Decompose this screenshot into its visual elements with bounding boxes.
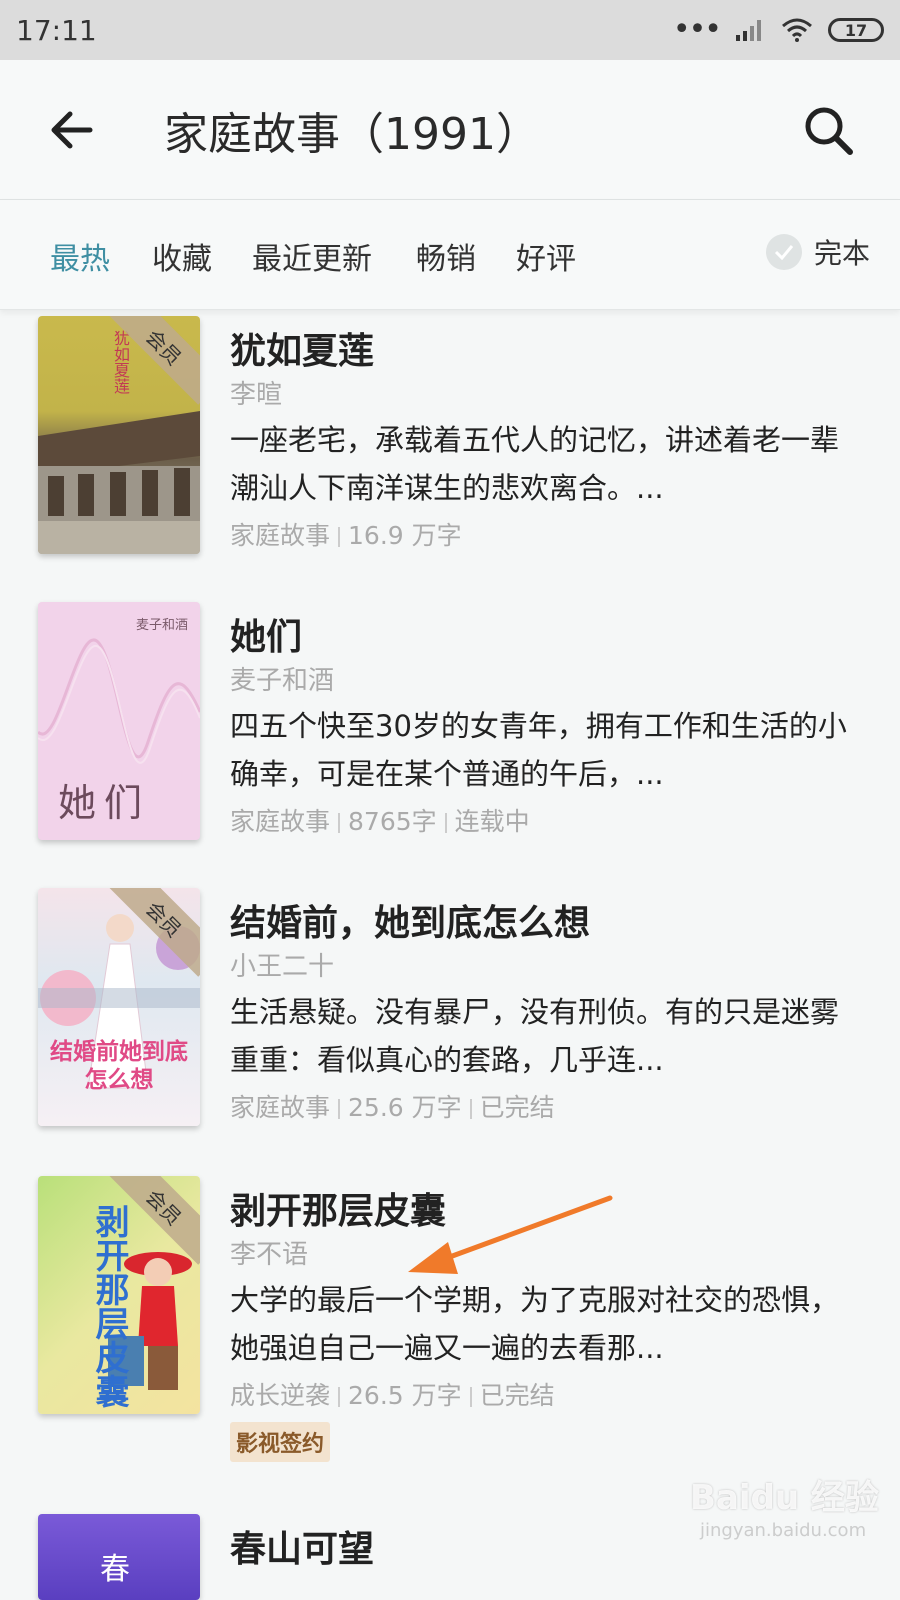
book-category: 家庭故事	[230, 521, 331, 550]
status-icons: ••• 17	[673, 15, 884, 45]
book-cover[interactable]: 剥开那层皮囊 会员	[38, 1176, 200, 1414]
book-meta: 家庭故事 8765字 连载中	[230, 802, 530, 838]
book-status: 已完结	[479, 1381, 555, 1410]
meta-divider	[338, 527, 341, 547]
book-word-count: 8765字	[348, 807, 437, 836]
check-icon	[766, 234, 802, 270]
cover-title-text: 剥开那层皮囊	[89, 1204, 129, 1408]
book-word-count: 16.9 万字	[348, 521, 462, 550]
book-description: 一座老宅，承载着五代人的记忆，讲述着老一辈潮汕人下南洋谋生的悲欢离合。...	[230, 423, 840, 505]
meta-divider	[469, 1387, 472, 1407]
film-signed-tag: 影视签约	[230, 1422, 331, 1462]
book-author[interactable]: 麦子和酒	[230, 660, 334, 697]
meta-divider	[469, 1099, 472, 1119]
book-author[interactable]: 李不语	[230, 1234, 308, 1271]
tab-top-rated[interactable]: 好评	[516, 234, 576, 278]
book-word-count: 26.5 万字	[348, 1381, 462, 1410]
meta-divider	[338, 1387, 341, 1407]
meta-divider	[444, 813, 447, 833]
book-cover[interactable]: 犹如夏莲 会员	[38, 316, 200, 554]
wifi-icon	[782, 18, 812, 42]
book-category: 家庭故事	[230, 807, 331, 836]
back-button[interactable]	[44, 102, 100, 158]
book-title[interactable]: 春山可望	[230, 1520, 374, 1572]
cover-author-text: 麦子和酒	[136, 618, 189, 633]
battery-indicator: 17	[828, 18, 884, 42]
filter-bar: 最热 收藏 最近更新 畅销 好评 完本	[0, 200, 900, 310]
book-meta: 家庭故事 16.9 万字	[230, 516, 462, 552]
cover-title-text: 春	[100, 1552, 130, 1587]
signal-icon	[736, 20, 761, 41]
tab-recently-updated[interactable]: 最近更新	[252, 234, 372, 278]
search-button[interactable]	[796, 98, 860, 162]
book-title[interactable]: 结婚前，她到底怎么想	[230, 894, 590, 946]
arrow-left-icon	[51, 111, 93, 149]
cover-title-text: 她们	[58, 781, 151, 825]
book-cover[interactable]: 春	[38, 1514, 200, 1600]
book-category: 家庭故事	[230, 1093, 331, 1122]
book-author[interactable]: 李暄	[230, 374, 282, 411]
book-author[interactable]: 小王二十	[230, 946, 334, 983]
book-word-count: 25.6 万字	[348, 1093, 462, 1122]
book-description: 大学的最后一个学期，为了克服对社交的恐惧，她强迫自己一遍又一遍的去看那...	[230, 1283, 840, 1365]
cover-title-text: 结婚前她到底怎么想	[50, 1039, 188, 1093]
app-header: 家庭故事（1991）	[0, 60, 900, 200]
book-cover[interactable]: 麦子和酒 她们	[38, 602, 200, 840]
book-title[interactable]: 犹如夏莲	[230, 322, 374, 374]
book-status: 连载中	[454, 807, 530, 836]
status-bar: 17:11 ••• 17	[0, 0, 900, 60]
tab-bestselling[interactable]: 畅销	[416, 234, 476, 278]
baidu-watermark-logo: Baidu 经验	[690, 1478, 879, 1518]
status-time: 17:11	[16, 13, 97, 47]
complete-filter-toggle[interactable]: 完本	[766, 232, 870, 272]
meta-divider	[338, 813, 341, 833]
book-meta: 家庭故事 25.6 万字 已完结	[230, 1088, 555, 1124]
tab-hottest[interactable]: 最热	[50, 234, 110, 278]
complete-label: 完本	[814, 237, 871, 270]
book-status: 已完结	[479, 1093, 555, 1122]
book-cover[interactable]: 结婚前她到底怎么想 会员	[38, 888, 200, 1126]
page-title: 家庭故事（1991）	[164, 109, 540, 160]
search-icon	[805, 107, 853, 155]
book-description: 生活悬疑。没有暴尸，没有刑侦。有的只是迷雾重重：看似真心的套路，几乎连...	[230, 995, 840, 1077]
book-meta: 成长逆袭 26.5 万字 已完结	[230, 1376, 555, 1412]
book-description: 四五个快至30岁的女青年，拥有工作和生活的小确幸，可是在某个普通的午后，...	[230, 709, 847, 791]
book-title[interactable]: 她们	[230, 608, 302, 660]
more-dots-icon: •••	[672, 12, 722, 47]
tab-favorites[interactable]: 收藏	[152, 234, 212, 278]
baidu-watermark-url: jingyan.baidu.com	[700, 1520, 867, 1541]
book-category: 成长逆袭	[230, 1381, 331, 1410]
cover-title-text: 犹如夏莲	[111, 330, 130, 394]
meta-divider	[338, 1099, 341, 1119]
annotation-arrow-icon	[408, 1195, 613, 1274]
